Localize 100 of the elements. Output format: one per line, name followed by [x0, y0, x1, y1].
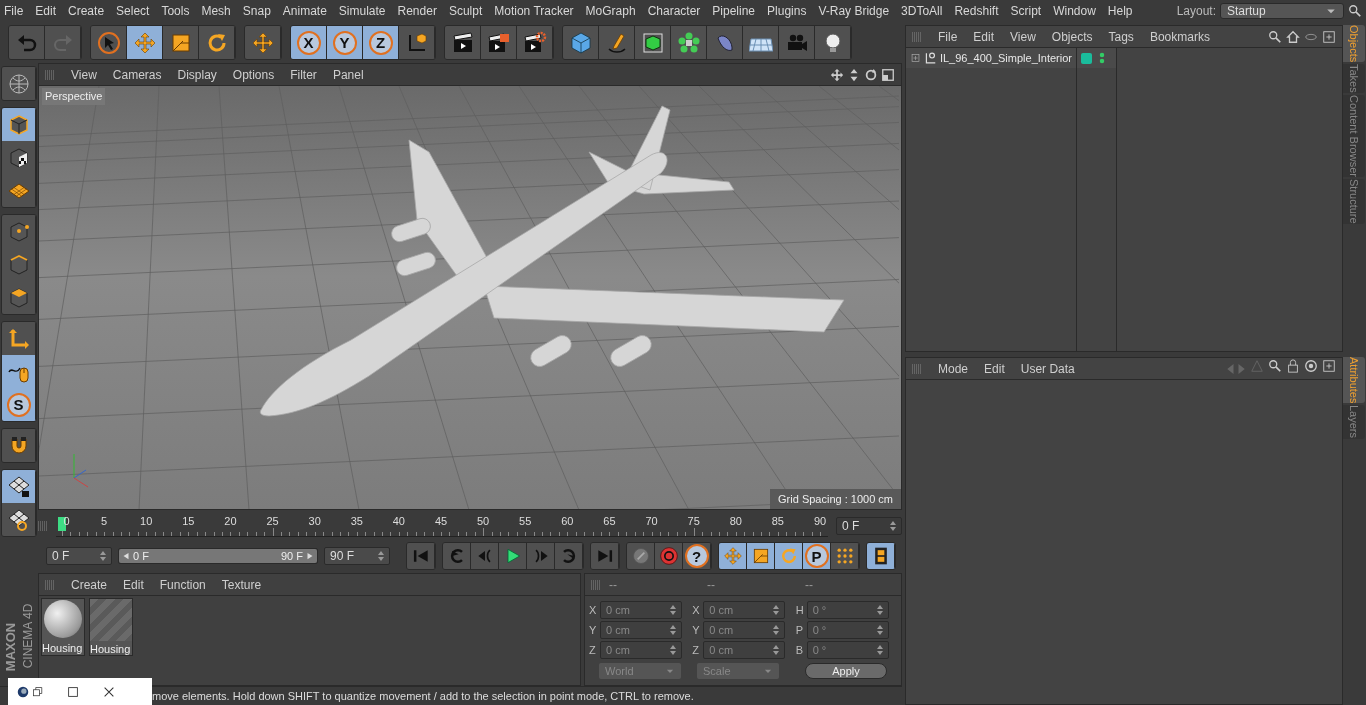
- expand-icon[interactable]: [910, 52, 922, 64]
- search-icon[interactable]: [1268, 29, 1282, 44]
- tool-button[interactable]: [599, 26, 635, 59]
- side-tab[interactable]: Attributes: [1343, 357, 1365, 404]
- tool-button[interactable]: [399, 26, 435, 59]
- tool-button[interactable]: Y: [327, 26, 363, 59]
- tool-button[interactable]: [2, 141, 36, 174]
- layout-dropdown[interactable]: Startup: [1220, 3, 1344, 19]
- number-field[interactable]: 0 F: [836, 517, 902, 535]
- spinner-icon[interactable]: [773, 605, 780, 615]
- pan-icon[interactable]: [830, 67, 844, 82]
- menu-item[interactable]: User Data: [1020, 359, 1075, 378]
- tool-button[interactable]: [719, 543, 747, 569]
- app-icon[interactable]: [16, 684, 30, 699]
- tool-button[interactable]: [2, 281, 36, 314]
- tool-button[interactable]: [245, 26, 281, 59]
- menu-item[interactable]: Script: [1010, 2, 1042, 20]
- tool-button[interactable]: [481, 26, 517, 59]
- menu-item[interactable]: Tools: [161, 2, 190, 20]
- menu-item[interactable]: Pipeline: [712, 2, 756, 20]
- tool-button[interactable]: S: [2, 388, 36, 421]
- side-tab[interactable]: Content Browser: [1343, 95, 1365, 177]
- menu-item[interactable]: Panel: [332, 65, 364, 84]
- apply-button[interactable]: Apply: [805, 663, 887, 679]
- maximize-view-icon[interactable]: [881, 67, 895, 82]
- tool-button[interactable]: [2, 174, 36, 207]
- color-tag[interactable]: [1081, 52, 1092, 64]
- left-arrow-icon[interactable]: [121, 551, 131, 561]
- tool-button[interactable]: Z: [363, 26, 399, 59]
- menu-item[interactable]: Character: [647, 2, 701, 20]
- tool-button[interactable]: [747, 543, 775, 569]
- range-slider[interactable]: 0 F 90 F: [118, 548, 318, 564]
- tool-button[interactable]: [199, 26, 235, 59]
- menu-item[interactable]: Edit: [984, 359, 1005, 378]
- side-tab[interactable]: Objects: [1343, 25, 1365, 63]
- tool-button[interactable]: [831, 543, 859, 569]
- new-panel-icon[interactable]: [1322, 358, 1336, 373]
- spinner-icon[interactable]: [378, 551, 384, 561]
- viewport-canvas[interactable]: Perspective Grid Spacing : 1000 cm: [39, 86, 901, 509]
- tool-button[interactable]: [91, 26, 127, 59]
- tool-button[interactable]: [2, 470, 36, 503]
- spinner-icon[interactable]: [773, 625, 780, 635]
- menu-item[interactable]: View: [1010, 27, 1036, 46]
- spinner-icon[interactable]: [100, 551, 106, 561]
- lock-icon[interactable]: [1286, 358, 1300, 373]
- menu-item[interactable]: Help: [1107, 2, 1133, 20]
- tool-button[interactable]: [2, 355, 36, 388]
- menu-item[interactable]: View: [71, 65, 97, 84]
- menu-item[interactable]: Window: [1053, 2, 1096, 20]
- orbit-icon[interactable]: [864, 67, 878, 82]
- menu-item[interactable]: Sculpt: [448, 2, 483, 20]
- tool-button[interactable]: [127, 26, 163, 59]
- menu-item[interactable]: Filter: [290, 65, 317, 84]
- menu-item[interactable]: Edit: [973, 27, 995, 46]
- menu-item[interactable]: Objects: [1051, 27, 1093, 46]
- menu-item[interactable]: Cameras: [112, 65, 162, 84]
- menu-item[interactable]: MoGraph: [585, 2, 636, 20]
- tool-button[interactable]: [445, 26, 481, 59]
- tool-button[interactable]: [499, 543, 527, 569]
- menu-item[interactable]: Plugins: [767, 2, 807, 20]
- search-icon[interactable]: [1268, 358, 1282, 373]
- menu-item[interactable]: File: [4, 2, 24, 20]
- menu-item[interactable]: Snap: [242, 2, 271, 20]
- spinner-icon[interactable]: [670, 645, 676, 655]
- menu-item[interactable]: V-Ray Bridge: [818, 2, 890, 20]
- menu-item[interactable]: Options: [232, 65, 275, 84]
- tool-button[interactable]: [743, 26, 779, 59]
- menu-item[interactable]: Animate: [282, 2, 327, 20]
- spinner-icon[interactable]: [876, 645, 883, 655]
- menu-item[interactable]: Mesh: [201, 2, 231, 20]
- restore-icon[interactable]: [32, 685, 44, 698]
- timeline-ruler[interactable]: 0 5 10 15 20 25 30 35 40 45 50 55 60 65 70 75 80 85 90: [56, 515, 828, 537]
- tool-button[interactable]: [635, 26, 671, 59]
- side-tab[interactable]: Structure: [1343, 179, 1365, 224]
- menu-item[interactable]: 3DToAll: [901, 2, 943, 20]
- material-swatch[interactable]: Housing: [89, 598, 133, 656]
- spinner-icon[interactable]: [890, 521, 896, 531]
- tool-button[interactable]: [2, 503, 36, 536]
- tool-button[interactable]: [2, 108, 36, 141]
- menu-item[interactable]: Create: [68, 2, 105, 20]
- menu-item[interactable]: Bookmarks: [1149, 27, 1210, 46]
- menu-item[interactable]: Tags: [1108, 27, 1134, 46]
- menu-item[interactable]: Function: [159, 575, 206, 594]
- tool-button[interactable]: [671, 26, 707, 59]
- menu-item[interactable]: Render: [397, 2, 437, 20]
- number-field[interactable]: 90 F: [324, 547, 390, 565]
- side-tab[interactable]: Takes: [1343, 64, 1365, 94]
- menu-item[interactable]: Simulate: [338, 2, 386, 20]
- tool-button[interactable]: [2, 429, 36, 462]
- tool-button[interactable]: [2, 67, 36, 100]
- number-field[interactable]: 0 F: [46, 547, 112, 565]
- right-arrow-icon[interactable]: [305, 551, 315, 561]
- menu-item[interactable]: Select: [116, 2, 150, 20]
- spinner-icon[interactable]: [670, 605, 676, 615]
- tool-button[interactable]: [517, 26, 553, 59]
- material-swatch[interactable]: Housing: [41, 598, 85, 656]
- menu-item[interactable]: Create: [71, 575, 108, 594]
- menu-item[interactable]: Redshift: [954, 2, 999, 20]
- spinner-icon[interactable]: [670, 625, 676, 635]
- tool-button[interactable]: [815, 26, 851, 59]
